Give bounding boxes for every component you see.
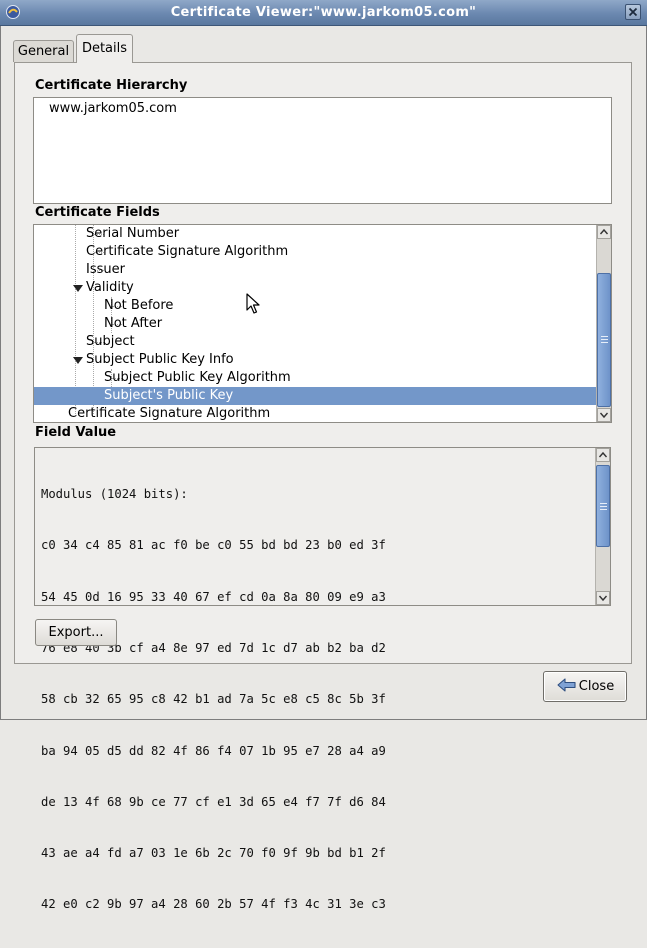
scroll-up-button[interactable] — [597, 225, 611, 239]
field-value-scrollbar[interactable] — [595, 448, 610, 605]
tree-row-label: Subject — [86, 334, 135, 349]
field-value-line: 43 ae a4 fd a7 03 1e 6b 2c 70 f0 9f 9b b… — [41, 846, 386, 861]
tab-details-label: Details — [81, 41, 128, 56]
hierarchy-item[interactable]: www.jarkom05.com — [49, 101, 177, 116]
tab-general[interactable]: General — [13, 40, 74, 62]
tree-row-label: Serial Number — [86, 226, 180, 241]
thumb-grip — [601, 342, 608, 343]
title-bar: Certificate Viewer:"www.jarkom05.com" — [0, 0, 647, 26]
field-value-text[interactable]: Modulus (1024 bits): c0 34 c4 85 81 ac f… — [41, 452, 386, 948]
export-button[interactable]: Export... — [35, 619, 117, 646]
tree-row-public-key[interactable]: Subject's Public Key — [34, 387, 597, 405]
arrow-up-icon — [599, 228, 609, 235]
field-value-heading: Field Value — [35, 425, 117, 440]
tree-row-label: Certificate Signature Algorithm — [86, 244, 289, 259]
fields-scrollbar[interactable] — [596, 225, 611, 422]
field-value-line: 42 e0 c2 9b 97 a4 28 60 2b 57 4f f3 4c 3… — [41, 897, 386, 912]
tree-row-label: Not After — [104, 316, 163, 331]
tree-row-public-key-info[interactable]: Subject Public Key Info — [34, 351, 597, 369]
close-button[interactable]: Close — [543, 671, 627, 702]
tab-general-label: General — [17, 44, 70, 59]
thumb-grip — [600, 503, 607, 504]
tree-row-cert-signature-algorithm[interactable]: Certificate Signature Algorithm — [34, 405, 597, 422]
arrow-down-icon — [598, 595, 608, 602]
tree-row-label: Subject's Public Key — [104, 388, 234, 403]
tree-row-label: Issuer — [86, 262, 125, 277]
field-value-line: c0 34 c4 85 81 ac f0 be c0 55 bd bd 23 b… — [41, 538, 386, 553]
tree-row-subject[interactable]: Subject — [34, 333, 597, 351]
scroll-down-button[interactable] — [596, 591, 610, 605]
window-title: Certificate Viewer:"www.jarkom05.com" — [170, 5, 477, 20]
mouse-pointer-icon — [246, 293, 260, 314]
tree-row-validity[interactable]: Validity — [34, 279, 597, 297]
hierarchy-heading: Certificate Hierarchy — [35, 78, 188, 93]
tab-details[interactable]: Details — [76, 34, 133, 63]
expander-open-icon[interactable] — [73, 357, 83, 364]
back-arrow-icon — [557, 678, 576, 692]
field-value-line: 54 45 0d 16 95 33 40 67 ef cd 0a 8a 80 0… — [41, 589, 386, 604]
arrow-down-icon — [599, 412, 609, 419]
close-button-label: Close — [578, 679, 615, 694]
hierarchy-tree[interactable]: www.jarkom05.com — [33, 97, 612, 204]
tree-row-not-after[interactable]: Not After — [34, 315, 597, 333]
field-value-line: ba 94 05 d5 dd 82 4f 86 f4 07 1b 95 e7 2… — [41, 743, 386, 758]
thumb-grip — [601, 339, 608, 340]
field-value-line: 58 cb 32 65 95 c8 42 b1 ad 7a 5c e8 c5 8… — [41, 692, 386, 707]
field-value-line: de 13 4f 68 9b ce 77 cf e1 3d 65 e4 f7 7… — [41, 794, 386, 809]
tree-row-signature-algorithm[interactable]: Certificate Signature Algorithm — [34, 243, 597, 261]
tree-row-label: Validity — [86, 280, 134, 295]
export-button-label: Export... — [48, 625, 104, 640]
thumb-grip — [600, 509, 607, 510]
tree-row-public-key-algorithm[interactable]: Subject Public Key Algorithm — [34, 369, 597, 387]
expander-open-icon[interactable] — [73, 285, 83, 292]
tree-row-label: Subject Public Key Info — [86, 352, 234, 367]
tree-row-label: Subject Public Key Algorithm — [104, 370, 291, 385]
scroll-thumb[interactable] — [597, 273, 611, 407]
arrow-up-icon — [598, 451, 608, 458]
scroll-up-button[interactable] — [596, 448, 610, 462]
fields-heading: Certificate Fields — [35, 205, 160, 220]
tree-row-label: Not Before — [104, 298, 174, 313]
close-icon — [628, 7, 638, 17]
thumb-grip — [600, 506, 607, 507]
tree-row-issuer[interactable]: Issuer — [34, 261, 597, 279]
thumb-grip — [601, 336, 608, 337]
scroll-thumb[interactable] — [596, 465, 610, 547]
tree-row-label: Certificate Signature Algorithm — [68, 406, 271, 421]
field-value-textarea[interactable]: Modulus (1024 bits): c0 34 c4 85 81 ac f… — [34, 447, 611, 911]
tree-row-not-before[interactable]: Not Before — [34, 297, 597, 315]
tree-row-serial-number[interactable]: Serial Number — [34, 225, 597, 243]
field-value-line: Modulus (1024 bits): — [41, 487, 188, 502]
scroll-down-button[interactable] — [597, 408, 611, 422]
window-close-button[interactable] — [625, 4, 641, 20]
fields-tree[interactable]: Serial Number Certificate Signature Algo… — [33, 224, 612, 423]
